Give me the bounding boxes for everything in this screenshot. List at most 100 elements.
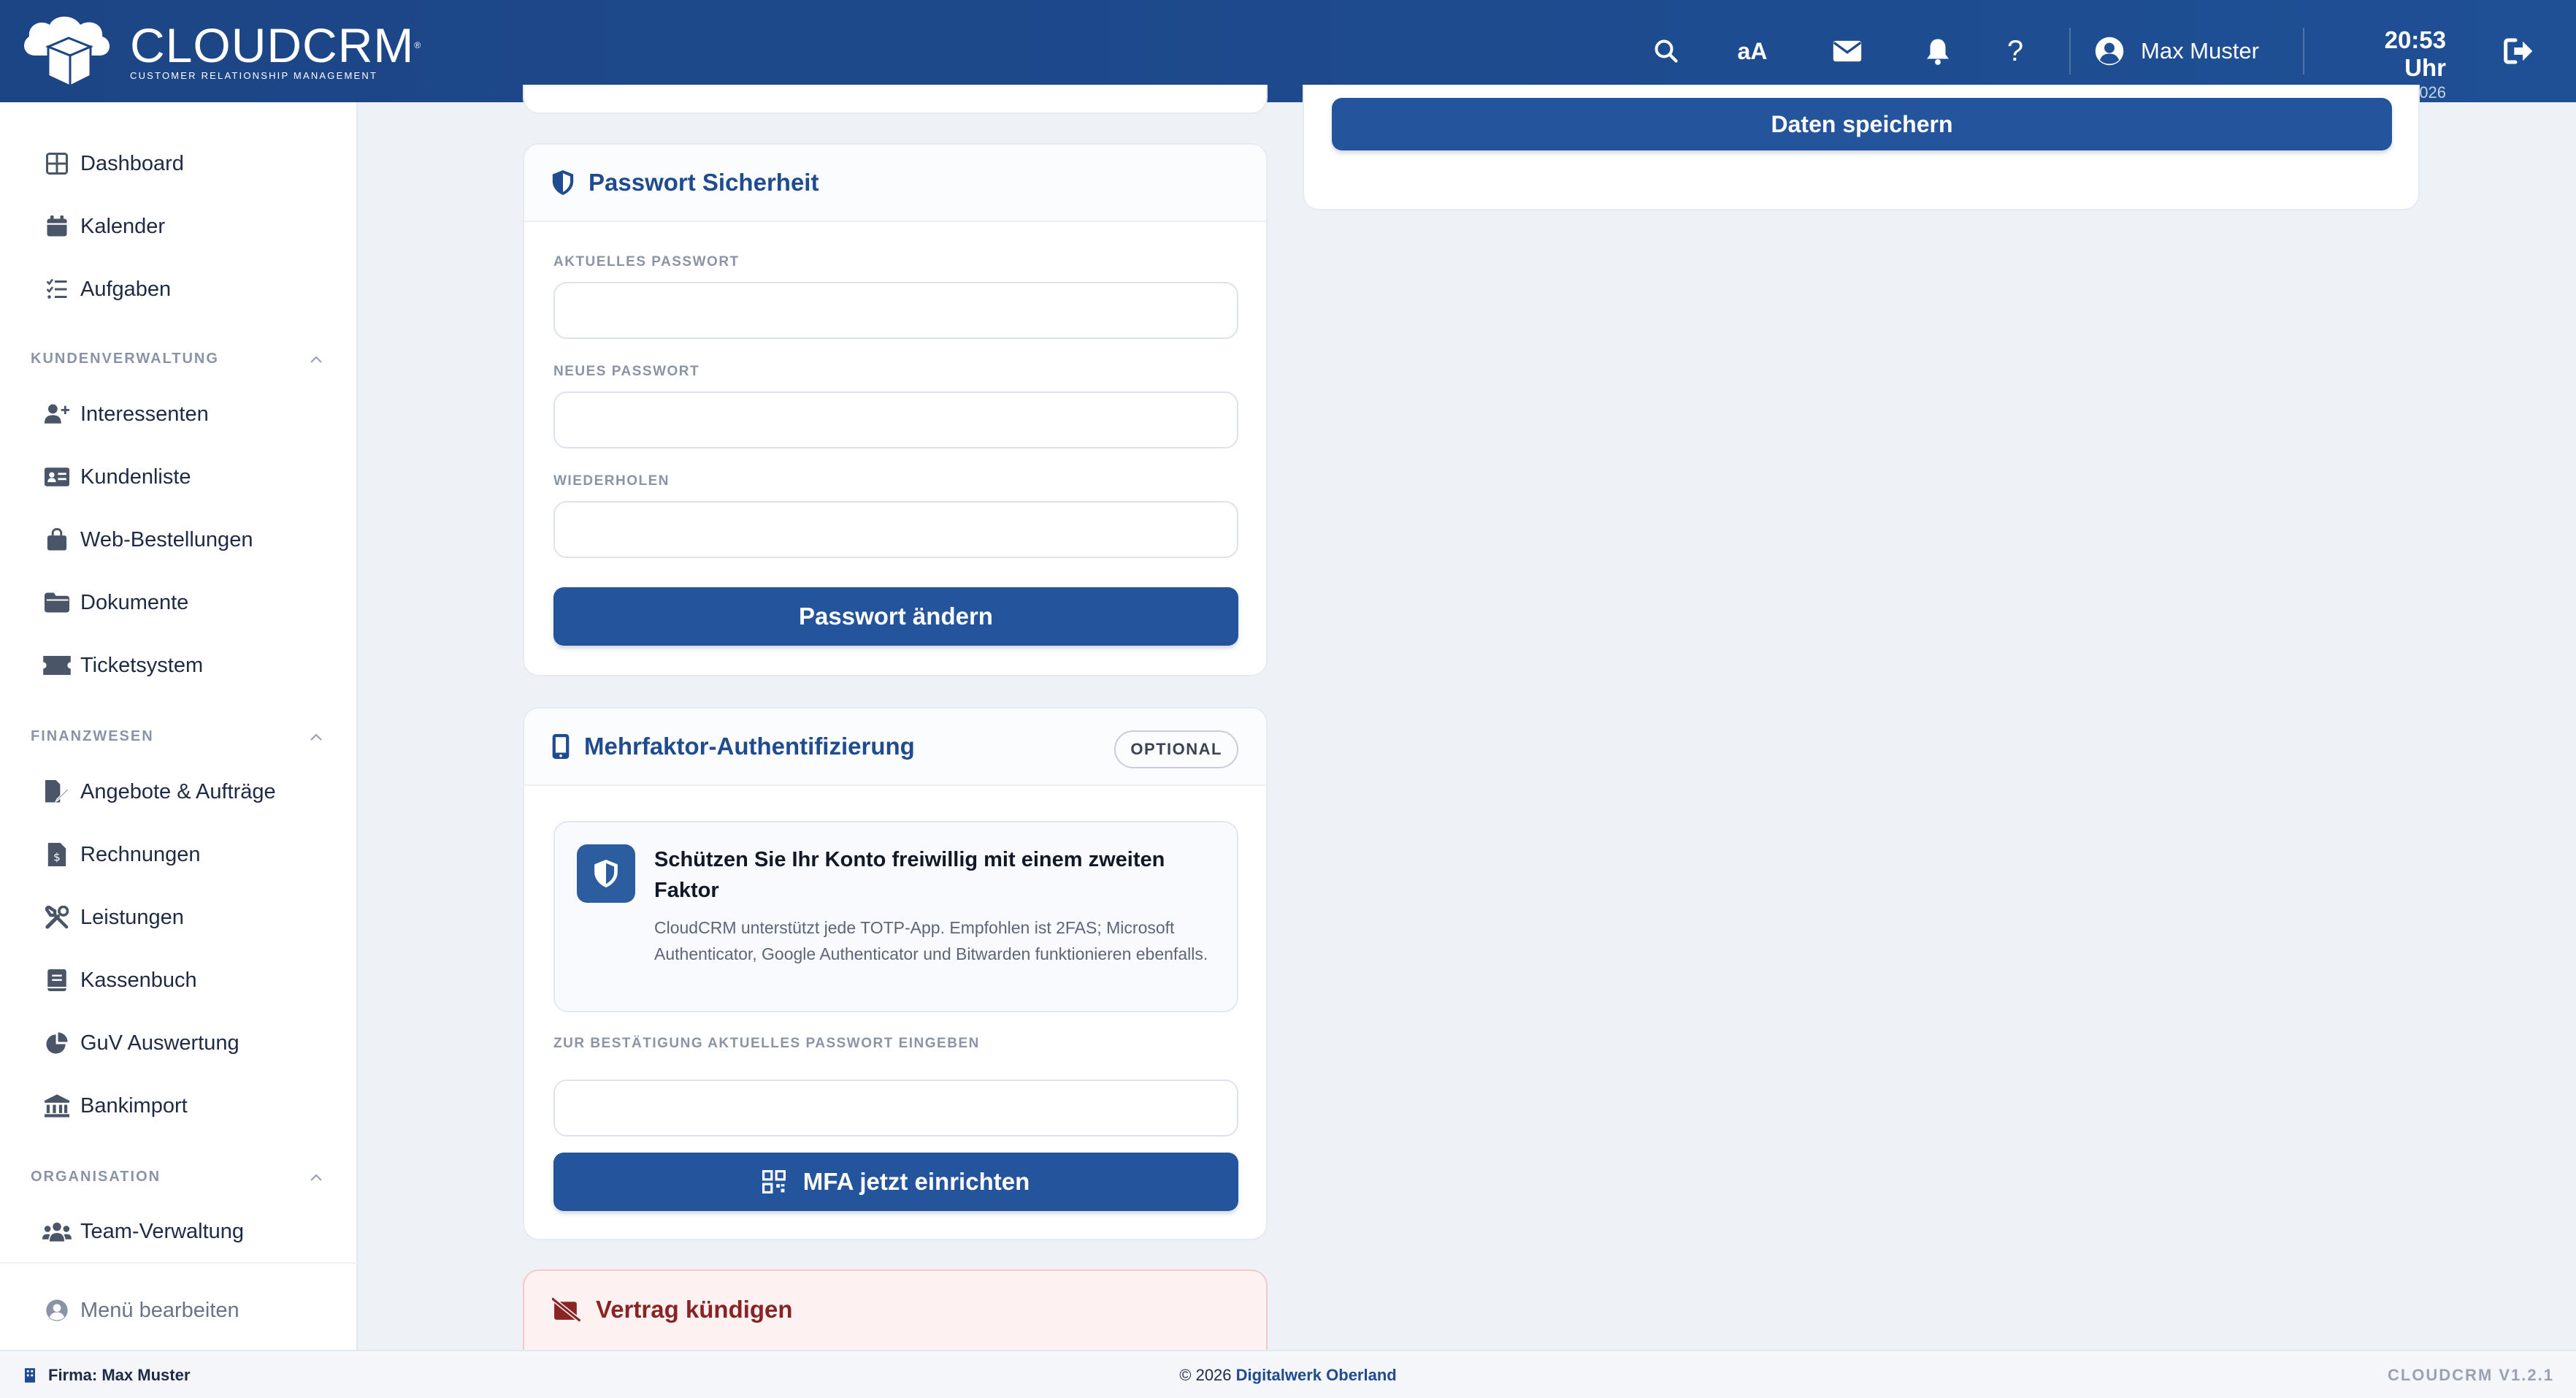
user-menu[interactable]: Max Muster (2094, 29, 2259, 73)
password-security-card: Passwort Sicherheit AKTUELLES PASSWORT N… (523, 143, 1268, 676)
file-signature-icon (42, 777, 72, 806)
book-icon (42, 966, 72, 995)
shield-icon (577, 844, 635, 903)
section-title: ORGANISATION (31, 1169, 161, 1185)
footer-copyright: © 2026 Digitalwerk Oberland (0, 1366, 2576, 1385)
sidebar-item-dokumente[interactable]: Dokumente (42, 581, 188, 624)
invoice-icon: $ (42, 840, 72, 869)
svg-text:$: $ (53, 850, 61, 863)
card-title: Passwort Sicherheit (589, 169, 819, 196)
sidebar: Dashboard Kalender Aufgaben KUNDENVERWAL… (0, 102, 358, 1350)
sidebar-divider (0, 1262, 358, 1264)
footer: Firma: Max Muster © 2026 Digitalwerk Obe… (0, 1350, 2576, 1398)
tools-icon (42, 903, 72, 932)
sidebar-item-dashboard[interactable]: Dashboard (42, 142, 184, 186)
bell-icon[interactable] (1917, 31, 1958, 72)
sidebar-item-interessenten[interactable]: Interessenten (42, 392, 209, 436)
ticket-icon (42, 651, 72, 680)
company-link[interactable]: Digitalwerk Oberland (1236, 1366, 1397, 1384)
current-password-label: AKTUELLES PASSWORT (553, 254, 740, 270)
sidebar-item-rechnungen[interactable]: $ Rechnungen (42, 833, 200, 876)
mfa-info-box: Schützen Sie Ihr Konto freiwillig mit ei… (553, 821, 1238, 1012)
user-avatar-icon (2095, 37, 2124, 66)
sidebar-item-kassenbuch[interactable]: Kassenbuch (42, 958, 197, 1002)
change-password-button[interactable]: Passwort ändern (553, 587, 1238, 646)
text-size-icon[interactable]: aA (1732, 31, 1773, 72)
repeat-password-input[interactable] (553, 501, 1238, 558)
edit-menu-button[interactable]: Menü bearbeiten (42, 1288, 239, 1332)
sidebar-item-ticketsystem[interactable]: Ticketsystem (42, 643, 203, 687)
dashboard-icon (42, 149, 72, 178)
sidebar-item-label: Angebote & Aufträge (80, 779, 276, 803)
sidebar-item-web-bestellungen[interactable]: Web-Bestellungen (42, 518, 253, 562)
save-data-button[interactable]: Daten speichern (1332, 98, 2392, 150)
logo[interactable]: CLOUDCRM® CUSTOMER RELATIONSHIP MANAGEME… (19, 13, 421, 89)
logout-icon[interactable] (2499, 31, 2539, 72)
current-password-input[interactable] (553, 282, 1238, 339)
section-header-organisation[interactable]: ORGANISATION (31, 1169, 323, 1185)
new-password-input[interactable] (553, 391, 1238, 448)
copyright-text: © 2026 (1179, 1366, 1232, 1384)
chevron-up-icon (310, 355, 322, 363)
envelope-icon[interactable] (1827, 31, 1868, 72)
topbar-divider (2069, 28, 2071, 75)
card-title: Mehrfaktor-Authentifizierung (584, 733, 915, 760)
help-icon[interactable]: ? (1995, 31, 2036, 72)
user-plus-icon (42, 400, 72, 429)
shield-icon (552, 170, 574, 195)
card-header[interactable]: Vertrag kündigen (524, 1271, 1266, 1348)
user-name: Max Muster (2141, 38, 2259, 64)
sidebar-item-team-verwaltung[interactable]: Team-Verwaltung (42, 1210, 244, 1253)
chevron-up-icon (310, 733, 322, 741)
qr-code-icon (762, 1170, 786, 1193)
trademark-symbol: ® (414, 39, 422, 50)
address-card-icon (42, 462, 72, 492)
chevron-up-icon (310, 1173, 322, 1181)
card-header: Passwort Sicherheit (524, 145, 1266, 222)
version-label: CLOUDCRM V1.2.1 (2387, 1366, 2554, 1384)
optional-badge: OPTIONAL (1114, 730, 1238, 768)
sidebar-item-label: Rechnungen (80, 842, 201, 866)
sidebar-item-label: Leistungen (80, 905, 184, 929)
mfa-card: Mehrfaktor-Authentifizierung OPTIONAL Sc… (523, 707, 1268, 1240)
mfa-info-text: CloudCRM unterstützt jede TOTP-App. Empf… (654, 918, 1208, 963)
sidebar-item-label: GuV Auswertung (80, 1031, 239, 1055)
section-header-kundenverwaltung[interactable]: KUNDENVERWALTUNG (31, 351, 323, 367)
sidebar-item-leistungen[interactable]: Leistungen (42, 895, 184, 939)
tasks-icon (42, 275, 72, 304)
file-contract-cancel-icon (552, 1297, 581, 1322)
edit-menu-label: Menü bearbeiten (80, 1298, 239, 1322)
sidebar-item-label: Web-Bestellungen (80, 527, 253, 551)
sidebar-item-label: Kalender (80, 214, 166, 238)
sidebar-item-angebote[interactable]: Angebote & Aufträge (42, 770, 276, 814)
sidebar-item-label: Kassenbuch (80, 968, 197, 992)
topbar-divider (2303, 28, 2304, 75)
sidebar-item-guv[interactable]: GuV Auswertung (42, 1021, 239, 1065)
sidebar-item-aufgaben[interactable]: Aufgaben (42, 267, 171, 311)
section-title: KUNDENVERWALTUNG (31, 351, 219, 367)
setup-mfa-button[interactable]: MFA jetzt einrichten (553, 1153, 1238, 1211)
clock-time: 20:53 Uhr (2384, 26, 2446, 81)
sidebar-item-label: Bankimport (80, 1093, 188, 1118)
mfa-info-title: Schützen Sie Ihr Konto freiwillig mit ei… (654, 848, 1165, 902)
sidebar-item-label: Dashboard (80, 151, 184, 175)
setup-mfa-label: MFA jetzt einrichten (802, 1168, 1030, 1195)
sidebar-item-kundenliste[interactable]: Kundenliste (42, 455, 191, 499)
search-icon[interactable] (1646, 31, 1687, 72)
section-title: FINANZWESEN (31, 728, 154, 744)
new-password-label: NEUES PASSWORT (553, 364, 700, 379)
calendar-icon (42, 212, 72, 241)
cloud-box-logo-icon (24, 16, 110, 88)
mfa-password-input[interactable] (553, 1080, 1238, 1137)
users-icon (42, 1217, 72, 1246)
sidebar-item-kalender[interactable]: Kalender (42, 205, 165, 248)
sidebar-item-label: Kundenliste (80, 465, 191, 489)
mfa-confirm-label: ZUR BESTÄTIGUNG AKTUELLES PASSWORT EINGE… (553, 1036, 980, 1051)
section-header-finanzwesen[interactable]: FINANZWESEN (31, 728, 323, 745)
user-circle-icon (42, 1296, 72, 1325)
pie-chart-icon (42, 1028, 72, 1058)
sidebar-item-bankimport[interactable]: Bankimport (42, 1084, 188, 1128)
sidebar-item-label: Dokumente (80, 590, 189, 614)
logo-title: CLOUDCRM (130, 18, 415, 72)
sidebar-item-label: Ticketsystem (80, 653, 204, 677)
